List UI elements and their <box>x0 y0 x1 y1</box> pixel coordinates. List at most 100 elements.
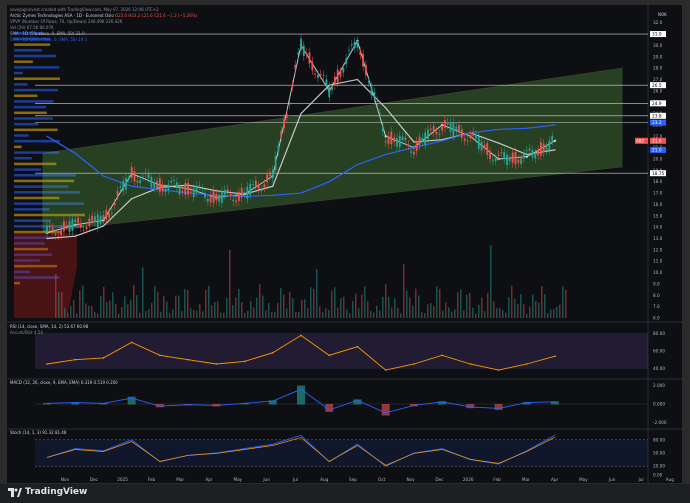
candle-body <box>212 190 215 203</box>
price-label-text: 23.8 <box>652 113 662 119</box>
volume-bar <box>460 289 462 318</box>
chart-canvas[interactable]: 32.031.030.029.028.027.026.025.024.023.0… <box>7 5 682 483</box>
vpvp-legend[interactable]: VPVP (Number Of Rows, 70, Up/Down) 246.4… <box>10 19 122 24</box>
volume-bar <box>238 288 240 318</box>
candle-body <box>164 188 167 193</box>
data-point <box>328 181 330 183</box>
price-tick-label: 15.0 <box>653 213 663 218</box>
candle-body <box>209 195 212 203</box>
time-tick-label: Jun <box>608 477 616 482</box>
volume-bar <box>307 308 309 318</box>
volume-bar <box>109 300 111 318</box>
candle-body <box>486 143 489 155</box>
volume-bar <box>172 309 174 318</box>
rsi-level-label: 80.00 <box>653 331 665 336</box>
volume-bar <box>559 304 561 318</box>
volume-profile-bar <box>14 128 58 132</box>
candle-body <box>497 154 500 156</box>
data-point <box>300 192 302 194</box>
rsi-point <box>130 341 133 344</box>
price-tick-label: 16.0 <box>653 202 663 207</box>
volume-bar <box>301 299 303 318</box>
rsi-point <box>469 363 472 365</box>
rsi-point <box>215 363 218 365</box>
volume-bar <box>538 302 540 318</box>
data-point <box>102 175 105 177</box>
data-point <box>300 112 302 115</box>
volume-bar <box>556 306 558 318</box>
volume-bar <box>472 307 474 318</box>
volume-bar <box>118 313 120 318</box>
candle-body <box>235 200 237 202</box>
macd-legend[interactable]: MACD (12, 26, close, 9, EMA, EMA) 0.319 … <box>10 380 118 385</box>
rsi-level-label: 40.00 <box>653 366 665 371</box>
volume-bar <box>112 292 114 318</box>
volume-bar <box>259 284 261 318</box>
chart-area: 32.031.030.029.028.027.026.025.024.023.0… <box>7 5 682 483</box>
rsi-point <box>384 369 387 371</box>
volume-bar <box>136 295 138 318</box>
rsi-legend[interactable]: RSI (14, close, SMA, 14, 2) 53.67 60.98 <box>10 324 88 329</box>
tradingview-logo[interactable]: TradingView <box>8 487 87 497</box>
volume-bar <box>175 295 177 318</box>
volume-bar <box>526 313 528 318</box>
volume-bar <box>544 294 546 318</box>
sma200-legend[interactable]: SMA · 1D (200, close, 0, SMA, 50) 19.3 <box>10 37 87 42</box>
time-tick-label: May <box>579 477 588 482</box>
time-tick-label: Mar <box>522 477 530 482</box>
volume-bar <box>394 298 396 318</box>
volume-bar <box>373 312 375 318</box>
candle-body <box>195 185 198 193</box>
stoch-legend[interactable]: Stoch (14, 1, 3) 91.32 81.48 <box>10 430 66 435</box>
symbol-name[interactable]: Arctic Zymes Technologies ASA · 1D · Eur… <box>10 13 114 18</box>
candle-body <box>302 45 305 56</box>
tradingview-icon <box>8 487 22 497</box>
candle-body <box>113 203 116 205</box>
rsi-point <box>187 358 189 361</box>
candle-body <box>68 221 71 233</box>
volume-bar <box>160 311 162 318</box>
candle-body <box>170 180 173 183</box>
volume-bar <box>511 285 513 318</box>
candle-body <box>331 85 333 90</box>
volume-bar <box>391 307 393 318</box>
volume-profile-bar <box>14 145 22 149</box>
data-point <box>356 164 359 166</box>
candle-body <box>201 188 204 190</box>
candle-body <box>404 137 407 141</box>
volume-bar <box>184 289 186 318</box>
rsi-point <box>46 363 48 365</box>
volume-bar <box>298 311 300 318</box>
volume-bar <box>382 296 384 318</box>
volume-profile-bar <box>14 168 42 171</box>
candle-body <box>288 103 291 105</box>
volume-profile-bar <box>14 71 23 75</box>
candle-body <box>494 158 497 161</box>
volume-bar <box>532 294 534 318</box>
candle-body <box>308 52 311 64</box>
candle-body <box>418 136 421 145</box>
candle-body <box>254 180 257 187</box>
volume-bar <box>295 312 297 318</box>
volume-profile-bar <box>14 122 39 126</box>
candle-body <box>506 154 508 166</box>
volume-bar <box>130 299 132 318</box>
vol-legend[interactable]: Vol (20) 67.5K 86.07K <box>10 25 54 30</box>
volume-bar <box>304 299 306 318</box>
price-tick-label: 28.0 <box>653 66 663 71</box>
stoch-level-label: 20.00 <box>653 464 665 469</box>
volume-bar <box>133 284 135 318</box>
sma50-legend[interactable]: SMA · 1D (50, close, 0, SMA, 50) 21.0 <box>10 31 85 36</box>
price-label-text: 21.0 <box>652 147 662 153</box>
volume-bar <box>415 288 417 318</box>
candle-body <box>181 190 184 192</box>
volume-bar <box>523 304 525 318</box>
currency-label: NOK <box>658 12 667 17</box>
accum-legend[interactable]: Accum/Dist 4.54 <box>10 330 43 335</box>
volume-bar <box>367 301 369 318</box>
time-tick-label: Feb <box>148 477 156 482</box>
volume-bar <box>370 310 372 318</box>
candle-body <box>105 210 108 220</box>
rsi-point <box>243 360 246 363</box>
price-label-text: 23.2 <box>652 120 662 126</box>
